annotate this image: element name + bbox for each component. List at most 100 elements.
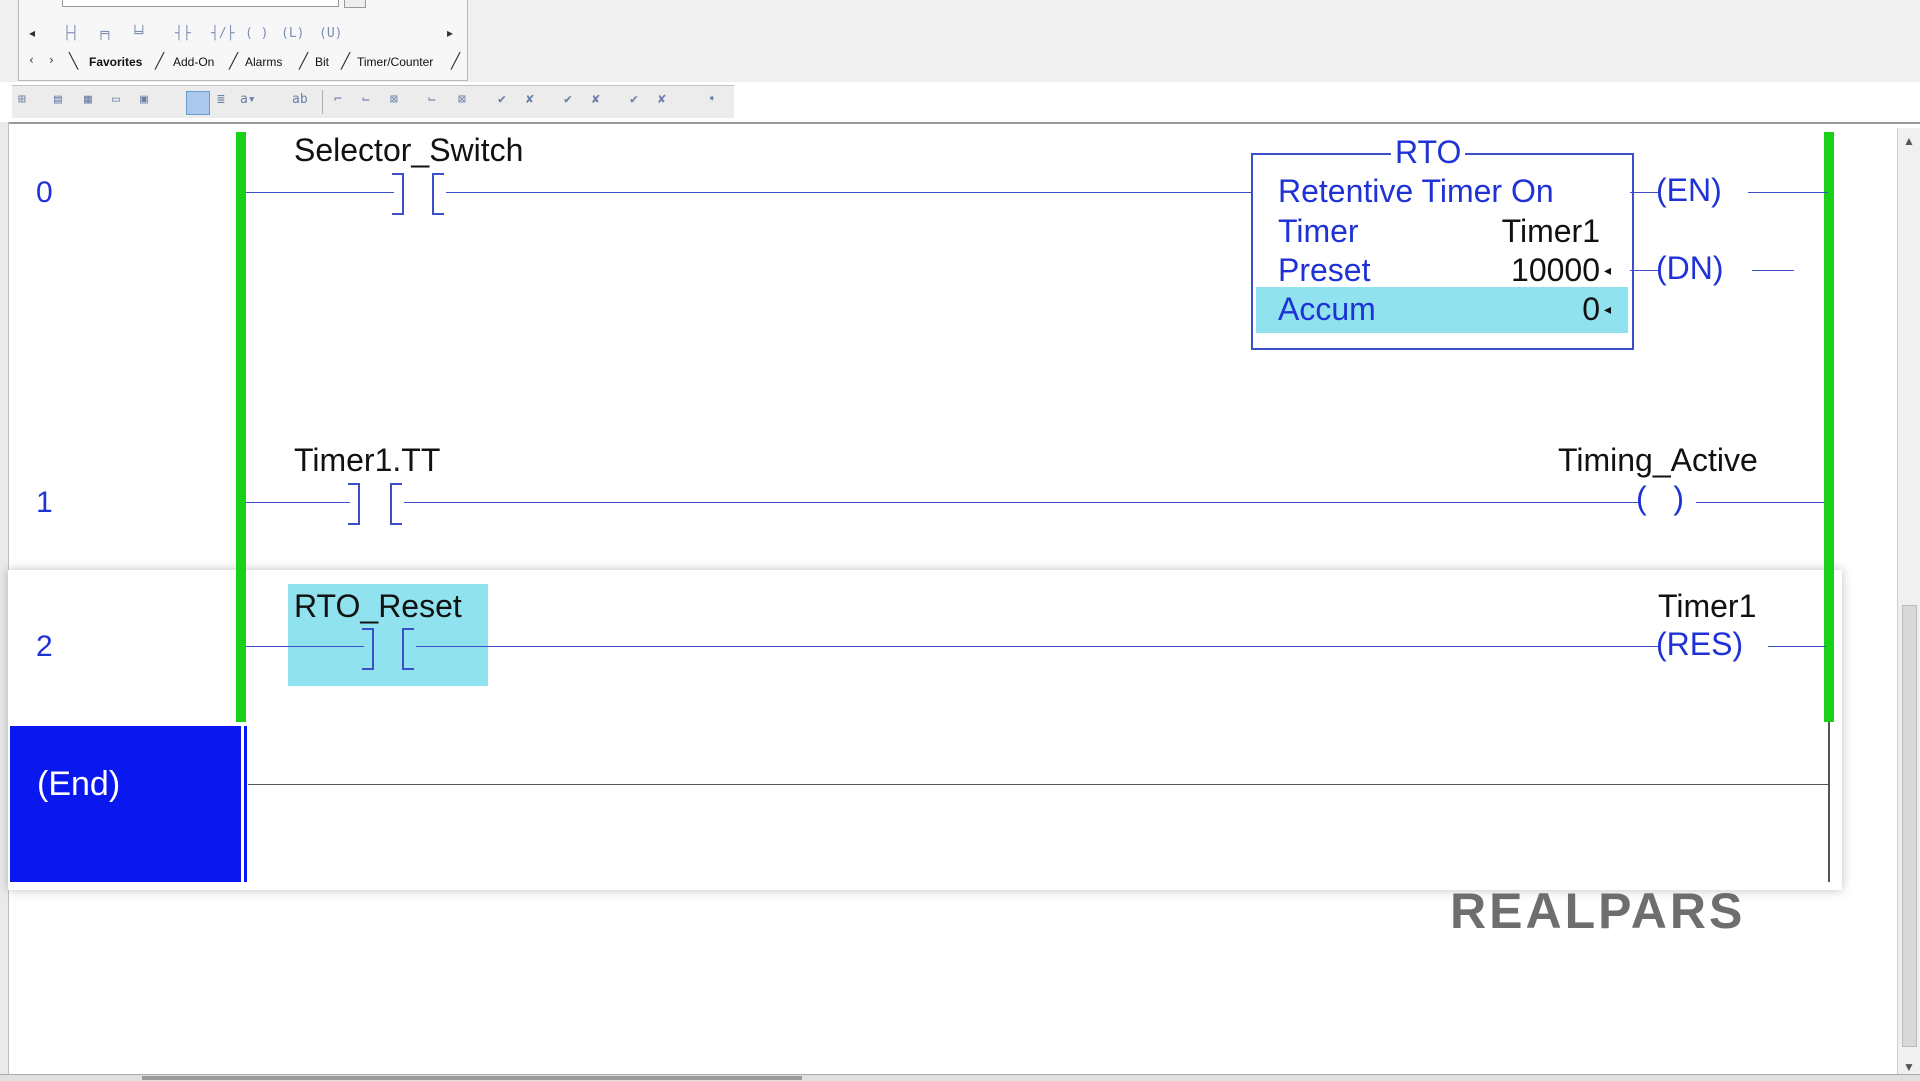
verify-icon[interactable]: ⊞ [18,92,26,107]
rung-wire [1630,192,1658,193]
xic-contact[interactable] [390,483,402,525]
xic-contact[interactable] [432,173,444,215]
rto-preset-label: Preset [1278,252,1371,288]
rto-preset-value[interactable]: 10000 [1450,252,1600,289]
right-power-rail [1824,132,1834,722]
rung-wire [1768,646,1826,647]
rung-edit-icon[interactable]: ▤ [54,92,62,107]
end-rail [244,726,247,882]
accum-edit-arrow-icon: ◂ [1604,301,1612,317]
tab-next-icon[interactable]: › [49,53,54,67]
instruction-palette: ◂ ├┤ ╒╕ ╘╛ ┤├ ┤/├ ( ) (L) (U) ▸ ‹ › ╲ Fa… [18,0,468,81]
left-power-rail [236,132,246,722]
test-edits-icon[interactable]: ⌙ [428,92,436,107]
rung-icon[interactable]: ├┤ [63,26,79,41]
rung-wire [404,502,1640,503]
rto-mnemonic: RTO [1391,134,1466,171]
res-coil-label: RES [1666,626,1733,662]
rung-number[interactable]: 1 [36,486,53,520]
realpars-logo: REALPARS [1450,883,1746,939]
tab-favorites[interactable]: Favorites [83,53,148,71]
ote-icon[interactable]: ( ) [245,26,268,41]
horizontal-scroll-thumb[interactable] [142,1076,802,1080]
start-pending-edits-icon[interactable]: ⌐ [334,92,342,107]
end-right-rail [1828,722,1830,882]
name-box[interactable] [62,0,339,7]
rto-description: Retentive Timer On [1278,173,1554,209]
tab-alarms[interactable]: Alarms [239,53,288,71]
rung-wire [246,502,350,503]
rung-wire [1748,192,1828,193]
xic-contact[interactable] [362,628,374,670]
rung-number[interactable]: 0 [36,176,53,210]
branch-icon[interactable]: ╒╕ [97,26,113,41]
otl-icon[interactable]: (L) [281,26,304,41]
tab-bit[interactable]: Bit [309,53,335,71]
dn-output: (DN) [1656,250,1724,286]
xio-icon[interactable]: ┤/├ [211,26,234,41]
scroll-up-icon[interactable]: ▲ [1903,134,1915,148]
xic-contact[interactable] [392,173,404,215]
assemble-accepted-icon[interactable]: ✔ [564,92,572,107]
toolbar-divider [0,122,1920,124]
name-box-button[interactable] [344,0,366,8]
xic-icon[interactable]: ┤├ [175,26,191,41]
contact-tag[interactable]: RTO_Reset [294,588,462,625]
rto-accum-label: Accum [1278,291,1376,327]
branch-level-icon[interactable]: ╘╛ [131,26,147,41]
selected-rung-band [8,570,1842,890]
cancel-pending-edits-icon[interactable]: ⊠ [390,92,398,107]
tab-add-on[interactable]: Add-On [167,53,220,71]
zoom-dropdown-icon[interactable]: a▾ [240,92,256,107]
end-wire [248,784,1828,785]
palette-scroll-right-icon[interactable]: ▸ [447,26,453,40]
accept-pending-edits-icon[interactable]: ⌙ [362,92,370,107]
accept-edits-icon[interactable]: ▦ [84,92,92,107]
rto-timer-label: Timer [1278,213,1359,249]
rung-wire [1696,502,1824,503]
end-rung-marker[interactable] [10,726,238,882]
coil-tag[interactable]: Timer1 [1658,588,1756,625]
scroll-down-icon[interactable]: ▼ [1903,1060,1915,1074]
rto-accum-value[interactable]: 0 [1450,291,1600,328]
run-icon[interactable]: ➧ [708,92,716,107]
tab-timer-counter[interactable]: Timer/Counter [351,53,439,71]
preset-edit-arrow-icon: ◂ [1604,262,1612,278]
accept-icon[interactable]: ✔ [630,92,638,107]
rung-wire [246,646,364,647]
ote-coil[interactable]: ( ) [1636,480,1684,517]
cancel-edits-icon[interactable]: ▭ [112,92,120,107]
tag-display-button[interactable] [186,91,210,115]
ladder-editor-toolbar: ⊞ ▤ ▦ ▭ ▣ ≣ a▾ ab ⌐ ⌙ ⊠ ⌙ ⊠ ✔ ✘ ✔ ✘ ✔ ✘ … [12,85,734,118]
end-label: (End) [37,765,121,803]
rung-wire [246,192,394,193]
finalize-cancel-icon[interactable]: ✘ [526,92,534,107]
coil-tag[interactable]: Timing_Active [1558,442,1758,479]
xic-contact[interactable] [348,483,360,525]
en-output-label: EN [1666,172,1712,208]
rung-number[interactable]: 2 [36,630,53,664]
end-rail [238,726,241,882]
rung-wire [1630,270,1658,271]
xic-contact[interactable] [402,628,414,670]
contact-tag[interactable]: Timer1.TT [294,442,440,479]
description-icon[interactable]: ≣ [217,92,225,107]
dn-output-label: DN [1666,250,1713,286]
tab-prev-icon[interactable]: ‹ [29,53,34,67]
en-output: (EN) [1656,172,1722,208]
contact-tag[interactable]: Selector_Switch [294,132,523,169]
rung-wire [1752,270,1794,271]
rto-timer-value[interactable]: Timer1 [1450,213,1600,250]
reject-icon[interactable]: ✘ [658,92,666,107]
cancel-accepted-icon[interactable]: ✘ [592,92,600,107]
rung-wire [446,192,1252,193]
res-coil[interactable]: (RES) [1656,626,1743,663]
rung-wire [416,646,1660,647]
finalize-icon[interactable]: ✔ [498,92,506,107]
palette-scroll-left-icon[interactable]: ◂ [29,26,35,40]
assemble-icon[interactable]: ▣ [140,92,148,107]
untest-edits-icon[interactable]: ⊠ [458,92,466,107]
address-icon[interactable]: ab [292,92,308,107]
otu-icon[interactable]: (U) [319,26,342,41]
vertical-scroll-thumb[interactable] [1902,605,1917,1047]
